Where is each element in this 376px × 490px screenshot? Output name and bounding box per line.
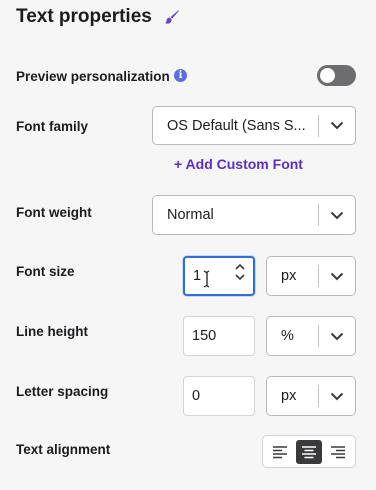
panel-title: Text properties — [16, 6, 180, 28]
font-size-label: Font size — [16, 264, 75, 279]
preview-personalization-toggle[interactable] — [317, 65, 356, 86]
line-height-value: 150 — [192, 328, 217, 344]
stepper-up-icon — [235, 264, 245, 270]
panel-title-text: Text properties — [16, 6, 152, 27]
font-size-input[interactable]: 1 — [183, 256, 255, 296]
line-height-label: Line height — [16, 324, 88, 339]
font-family-value: OS Default (Sans S... — [167, 117, 306, 134]
letter-spacing-value: 0 — [192, 388, 201, 404]
paintbrush-icon — [164, 10, 179, 24]
chevron-down-icon[interactable] — [319, 211, 355, 220]
letter-spacing-unit-select[interactable]: px — [266, 376, 356, 416]
toggle-knob — [320, 68, 335, 83]
line-height-unit-select[interactable]: % — [266, 316, 356, 356]
letter-spacing-unit-value: px — [281, 388, 297, 404]
font-size-value: 1 — [193, 268, 202, 284]
font-family-select[interactable]: OS Default (Sans S... — [152, 106, 356, 145]
font-weight-value: Normal — [167, 207, 214, 223]
text-alignment-group — [262, 435, 356, 468]
stepper-down-icon — [235, 274, 245, 280]
text-cursor-icon — [203, 270, 210, 288]
font-weight-label: Font weight — [16, 205, 92, 220]
preview-personalization-label: Preview personalization — [16, 69, 170, 84]
chevron-down-icon[interactable] — [319, 392, 355, 401]
align-left-icon[interactable] — [267, 440, 293, 464]
letter-spacing-label: Letter spacing — [16, 384, 109, 399]
chevron-down-icon[interactable] — [319, 121, 355, 130]
font-size-unit-value: px — [281, 268, 297, 284]
align-right-icon[interactable] — [325, 440, 351, 464]
font-size-unit-select[interactable]: px — [266, 256, 356, 296]
font-size-stepper[interactable] — [235, 264, 245, 280]
add-custom-font-link[interactable]: + Add Custom Font — [174, 156, 303, 172]
text-alignment-label: Text alignment — [16, 442, 111, 457]
line-height-unit-value: % — [281, 328, 294, 344]
line-height-input[interactable]: 150 — [183, 316, 255, 356]
info-icon[interactable]: i — [174, 69, 187, 82]
font-family-label: Font family — [16, 119, 89, 134]
chevron-down-icon[interactable] — [319, 332, 355, 341]
font-weight-select[interactable]: Normal — [152, 195, 356, 235]
align-center-icon[interactable] — [295, 439, 322, 464]
letter-spacing-input[interactable]: 0 — [183, 376, 255, 416]
chevron-down-icon[interactable] — [319, 272, 355, 281]
